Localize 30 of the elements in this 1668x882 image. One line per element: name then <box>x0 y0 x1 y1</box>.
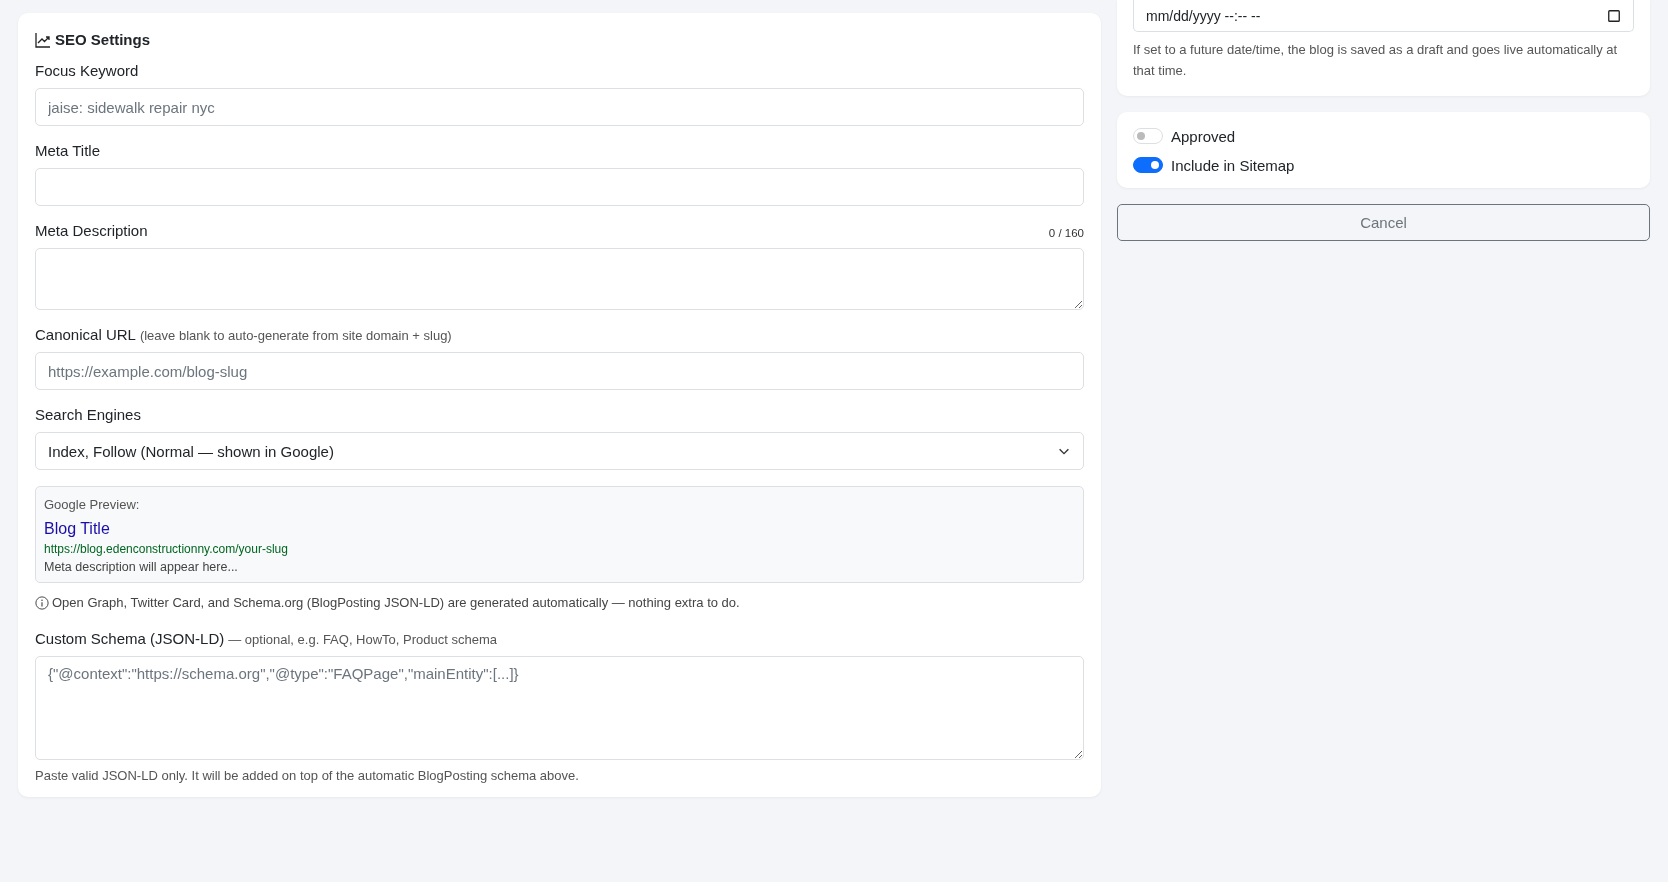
character-counter: 0 / 160 <box>1048 227 1084 239</box>
text-field[interactable] <box>35 168 1084 206</box>
field-label: Focus Keyword <box>35 62 139 79</box>
field-label: Meta Title <box>35 142 101 159</box>
field-label: Canonical URL <box>35 326 136 343</box>
help-text: If set to a future date/time, the blog is saved as a draft and goes live automatically at that time. <box>1133 41 1619 80</box>
help-text: Paste valid JSON-LD only. It will be added on top of the automatic BlogPosting schema above. <box>35 768 580 783</box>
field-label: Search Engines <box>35 406 141 423</box>
preview-url: https://blog.edenconstructionny.com/your-slug <box>44 542 289 556</box>
chart-icon <box>35 31 51 48</box>
toggle-switch[interactable] <box>1133 157 1163 174</box>
toggle-label: Include in Sitemap <box>1171 156 1295 174</box>
field-label: Custom Schema (JSON-LD) <box>35 630 225 647</box>
cancel-button[interactable]: Cancel <box>1117 203 1650 241</box>
field-hint: (leave blank to auto-generate from site domain + slug) <box>139 328 452 343</box>
textarea-field[interactable] <box>35 248 1084 310</box>
info-icon <box>35 595 49 610</box>
field-label: Meta Description <box>35 222 148 239</box>
dropdown[interactable]: Index, Follow (Normal — shown in Google) <box>35 432 1084 470</box>
text-field[interactable]: https://example.com/blog-slug <box>35 352 1084 390</box>
field-hint: — optional, e.g. FAQ, HowTo, Product schema <box>228 632 497 647</box>
toggle-label: Approved <box>1171 127 1236 145</box>
json-ld-field[interactable]: {"@context":"https://schema.org","@type":"FAQPage","mainEntity":[...]} <box>35 656 1084 760</box>
preview-title: Blog Title <box>44 520 111 538</box>
section-title: SEO Settings <box>55 31 151 48</box>
preview-description: Meta description will appear here... <box>44 560 239 574</box>
preview-heading: Google Preview: <box>44 497 141 512</box>
date-time-field[interactable]: mm/dd/yyyy --:-- -- <box>1133 0 1634 32</box>
info-note: Open Graph, Twitter Card, and Schema.org (BlogPosting JSON-LD) are generated automatically — nothing extra to do. <box>52 595 740 610</box>
text-field[interactable]: jaise: sidewalk repair nyc <box>35 88 1084 126</box>
